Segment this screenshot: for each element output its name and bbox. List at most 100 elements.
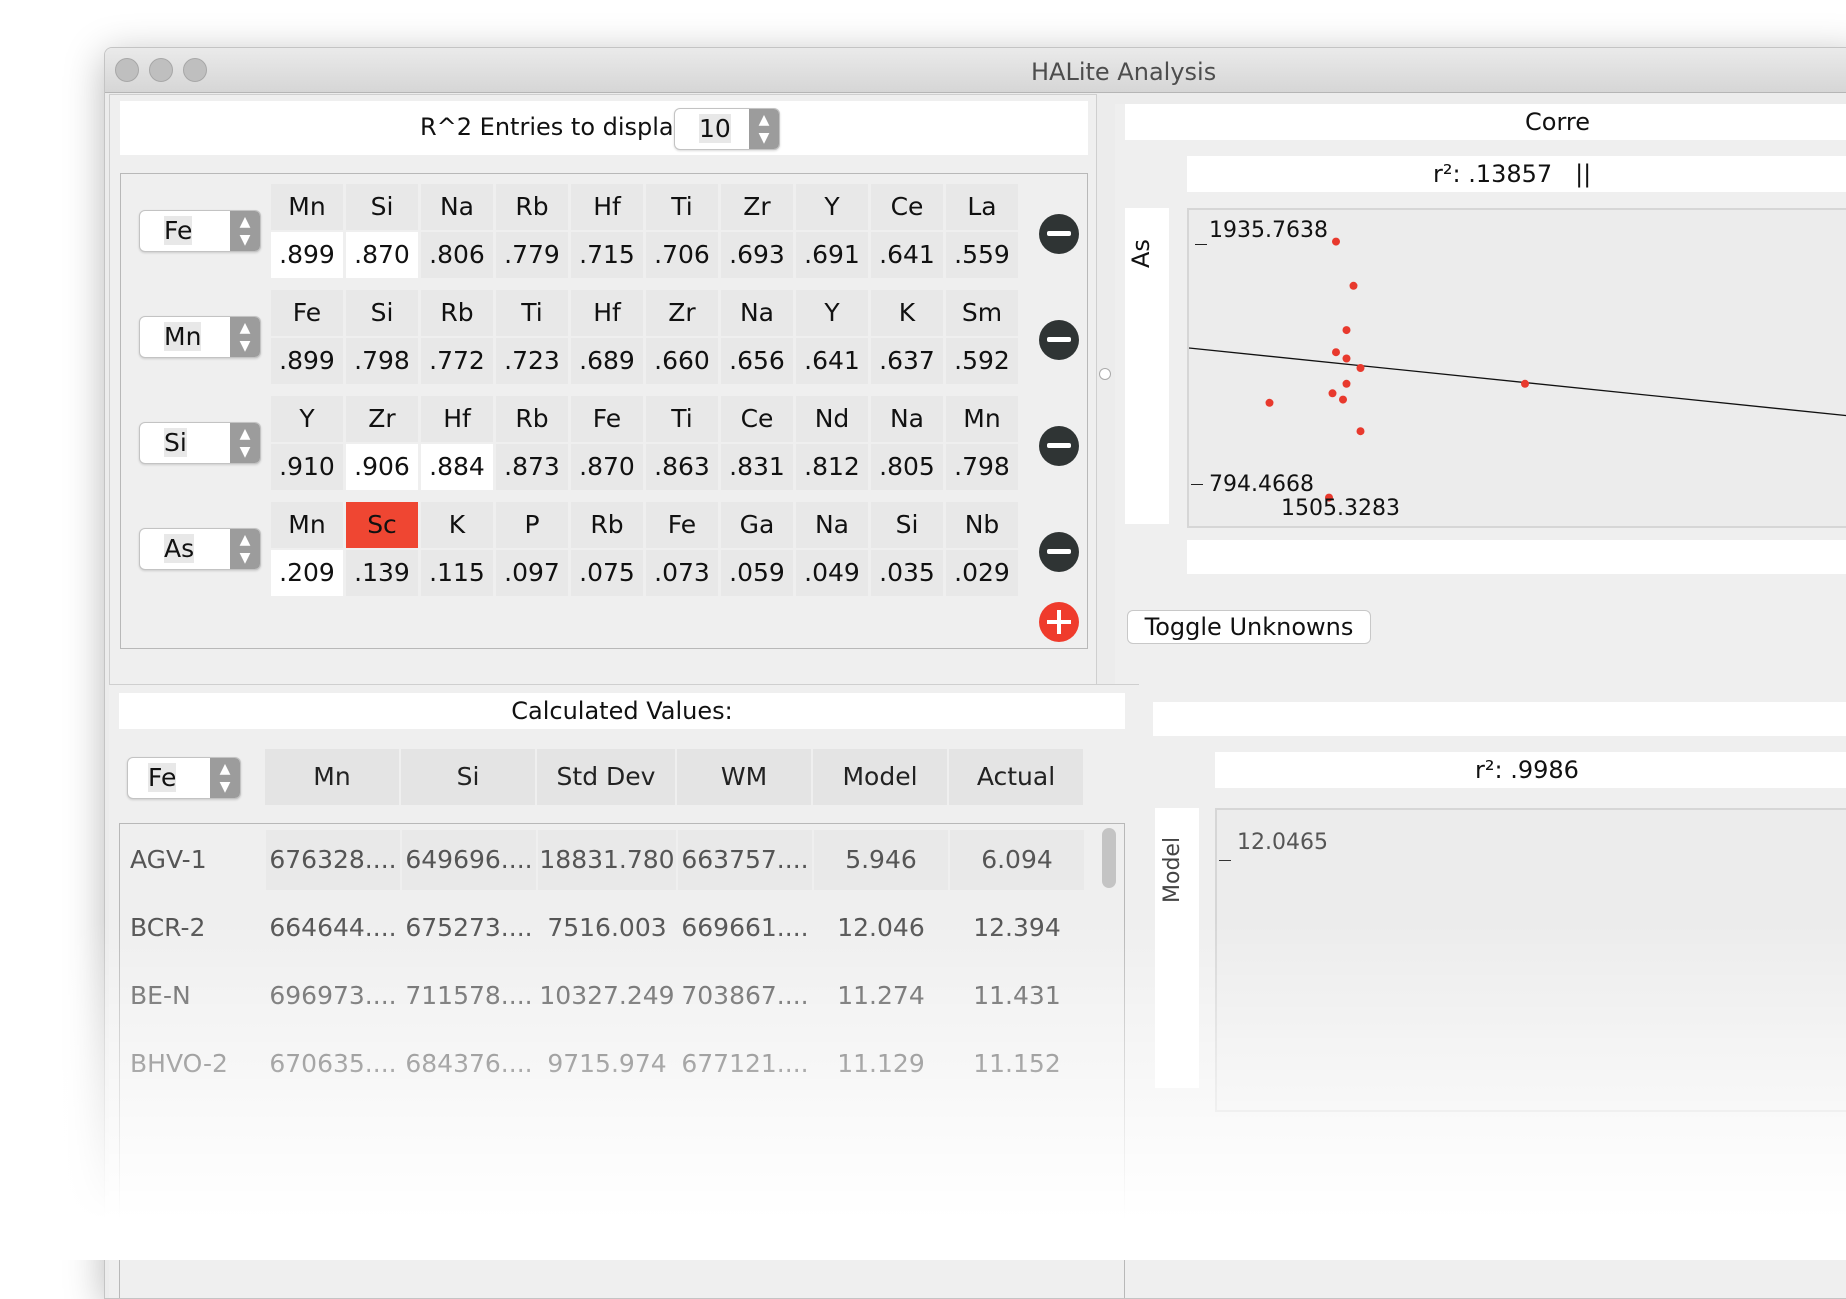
r2-value-cell[interactable]: .798 (946, 444, 1018, 490)
toggle-unknowns-button[interactable]: Toggle Unknowns (1127, 610, 1371, 644)
element-select-si[interactable]: Si ▲ ▼ (139, 422, 261, 464)
r2-element-header[interactable]: Fe (571, 396, 643, 442)
r2-element-header[interactable]: Mn (946, 396, 1018, 442)
r2-value-cell[interactable]: .863 (646, 444, 718, 490)
r2-element-header[interactable]: Si (346, 290, 418, 336)
scatter-plot[interactable]: 1935.7638 794.4668 1505.3283 (1187, 208, 1846, 528)
r2-element-header[interactable]: Rb (496, 396, 568, 442)
r2-value-cell[interactable]: .870 (571, 444, 643, 490)
column-header[interactable]: Model (813, 749, 947, 805)
r2-element-header[interactable]: Na (721, 290, 793, 336)
table-cell[interactable]: 18831.780 (538, 830, 676, 890)
minimize-window-button[interactable] (149, 58, 173, 82)
r2-element-header[interactable]: Mn (271, 184, 343, 230)
r2-value-cell[interactable]: .559 (946, 232, 1018, 278)
remove-row-icon[interactable] (1039, 426, 1079, 466)
data-point[interactable] (1265, 398, 1274, 407)
r2-element-header[interactable]: Na (796, 502, 868, 548)
r2-element-header[interactable]: Ti (646, 396, 718, 442)
r2-element-header[interactable]: Zr (721, 184, 793, 230)
r2-value-cell[interactable]: .691 (796, 232, 868, 278)
element-select[interactable]: Fe ▲ ▼ (127, 757, 241, 799)
stepper-arrows-icon[interactable]: ▲ ▼ (749, 109, 779, 149)
add-row-icon[interactable] (1039, 602, 1079, 642)
data-point[interactable] (1332, 348, 1340, 357)
r2-value-cell[interactable]: .592 (946, 338, 1018, 384)
r2-value-cell[interactable]: .035 (871, 550, 943, 596)
r2-element-header[interactable]: Sc (346, 502, 418, 548)
r2-value-cell[interactable]: .115 (421, 550, 493, 596)
r2-element-header[interactable]: Rb (496, 184, 568, 230)
column-header[interactable]: Si (401, 749, 535, 805)
r2-value-cell[interactable]: .805 (871, 444, 943, 490)
remove-row-icon[interactable] (1039, 214, 1079, 254)
r2-value-cell[interactable]: .209 (271, 550, 343, 596)
r2-value-cell[interactable]: .806 (421, 232, 493, 278)
r2-element-header[interactable]: Hf (421, 396, 493, 442)
r2-value-cell[interactable]: .097 (496, 550, 568, 596)
r2-element-header[interactable]: Ti (496, 290, 568, 336)
r2-element-header[interactable]: Y (271, 396, 343, 442)
r2-element-header[interactable]: K (871, 290, 943, 336)
data-point[interactable] (1349, 281, 1358, 290)
close-window-button[interactable] (115, 58, 139, 82)
r2-value-cell[interactable]: .660 (646, 338, 718, 384)
data-point[interactable] (1332, 237, 1340, 246)
r2-value-cell[interactable]: .073 (646, 550, 718, 596)
r2-element-header[interactable]: Hf (571, 290, 643, 336)
r2-value-cell[interactable]: .689 (571, 338, 643, 384)
r2-value-cell[interactable]: .637 (871, 338, 943, 384)
r2-value-cell[interactable]: .641 (796, 338, 868, 384)
table-cell[interactable]: 663757.... (678, 830, 812, 890)
table-cell[interactable]: 6.094 (950, 830, 1084, 890)
column-header[interactable]: Actual (949, 749, 1083, 805)
select-arrows-icon[interactable]: ▲ ▼ (210, 758, 240, 798)
r2-element-header[interactable]: Zr (646, 290, 718, 336)
zoom-window-button[interactable] (183, 58, 207, 82)
r2-element-header[interactable]: Hf (571, 184, 643, 230)
r2-value-cell[interactable]: .812 (796, 444, 868, 490)
r2-element-header[interactable]: Fe (646, 502, 718, 548)
r2-value-cell[interactable]: .059 (721, 550, 793, 596)
r2-value-cell[interactable]: .715 (571, 232, 643, 278)
r2-value-cell[interactable]: .798 (346, 338, 418, 384)
r2-element-header[interactable]: K (421, 502, 493, 548)
select-arrows-icon[interactable]: ▲ ▼ (230, 211, 260, 251)
r2-value-cell[interactable]: .656 (721, 338, 793, 384)
remove-row-icon[interactable] (1039, 532, 1079, 572)
r2-value-cell[interactable]: .899 (271, 232, 343, 278)
data-point[interactable] (1342, 379, 1351, 388)
data-point[interactable] (1356, 427, 1365, 436)
r2-element-header[interactable]: Rb (421, 290, 493, 336)
table-cell[interactable]: 649696.... (402, 830, 536, 890)
r2-element-header[interactable]: Mn (271, 502, 343, 548)
r2-element-header[interactable]: Rb (571, 502, 643, 548)
r2-value-cell[interactable]: .693 (721, 232, 793, 278)
r2-element-header[interactable]: Si (871, 502, 943, 548)
r2-value-cell[interactable]: .139 (346, 550, 418, 596)
r2-element-header[interactable]: P (496, 502, 568, 548)
r2-value-cell[interactable]: .723 (496, 338, 568, 384)
r2-element-header[interactable]: Nd (796, 396, 868, 442)
data-point[interactable] (1342, 354, 1351, 363)
data-point[interactable] (1328, 389, 1337, 398)
r2-value-cell[interactable]: .884 (421, 444, 493, 490)
select-arrows-icon[interactable]: ▲ ▼ (230, 529, 260, 569)
element-select-as[interactable]: As ▲ ▼ (139, 528, 261, 570)
r2-element-header[interactable]: Y (796, 290, 868, 336)
r2-element-header[interactable]: Fe (271, 290, 343, 336)
r2-value-cell[interactable]: .049 (796, 550, 868, 596)
r2-element-header[interactable]: Ce (871, 184, 943, 230)
r2-element-header[interactable]: Na (871, 396, 943, 442)
r2-element-header[interactable]: Nb (946, 502, 1018, 548)
r2-value-cell[interactable]: .910 (271, 444, 343, 490)
r2-element-header[interactable]: Ga (721, 502, 793, 548)
r2-value-cell[interactable]: .706 (646, 232, 718, 278)
r2-value-cell[interactable]: .029 (946, 550, 1018, 596)
r2-element-header[interactable]: La (946, 184, 1018, 230)
row-label[interactable]: AGV-1 (120, 830, 276, 890)
select-arrows-icon[interactable]: ▲ ▼ (230, 423, 260, 463)
r2-value-cell[interactable]: .899 (271, 338, 343, 384)
element-select-fe[interactable]: Fe ▲ ▼ (139, 210, 261, 252)
data-point[interactable] (1342, 326, 1351, 335)
